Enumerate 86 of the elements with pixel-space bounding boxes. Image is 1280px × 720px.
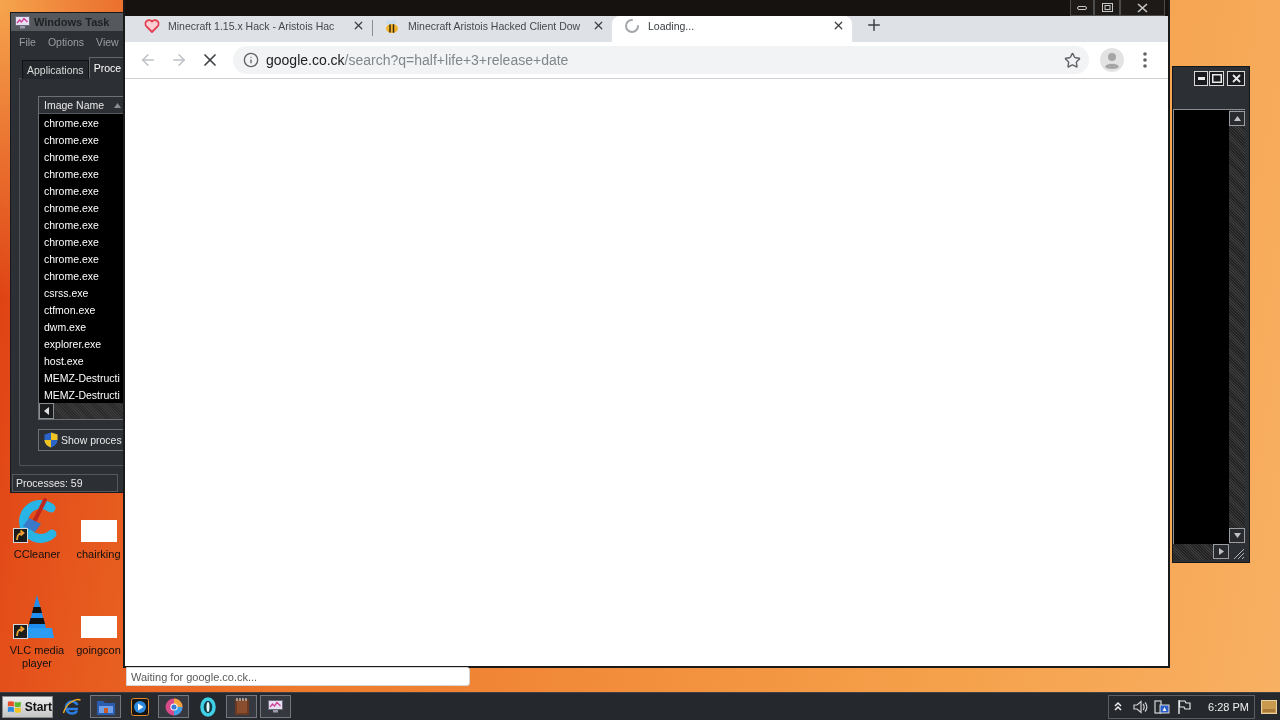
speaker-icon[interactable] bbox=[1132, 698, 1149, 715]
restore-button[interactable] bbox=[1094, 0, 1120, 16]
minimize-icon bbox=[1197, 76, 1205, 80]
taskbar-button[interactable] bbox=[158, 695, 189, 718]
minimize-icon bbox=[1077, 5, 1087, 10]
desktop-shortcut[interactable]: VLC media player bbox=[0, 594, 74, 690]
file-thumbnail bbox=[80, 520, 117, 542]
bookmark-button[interactable] bbox=[1062, 50, 1082, 70]
taskbar-button[interactable] bbox=[260, 695, 291, 718]
bee-icon bbox=[384, 17, 400, 34]
sort-arrow-icon bbox=[114, 102, 121, 108]
url-text: google.co.ck/search?q=half+life+3+release+date bbox=[266, 52, 570, 68]
monitor-icon bbox=[268, 700, 283, 713]
heart-icon bbox=[144, 17, 160, 34]
list-item[interactable]: host.exe bbox=[39, 352, 123, 369]
forward-arrow-icon bbox=[170, 51, 188, 69]
spinner-icon bbox=[624, 17, 640, 34]
list-item[interactable]: chrome.exe bbox=[39, 250, 123, 267]
desktop-shortcut[interactable]: CCleaner bbox=[0, 498, 74, 594]
flag-logo-icon bbox=[7, 698, 22, 715]
minimize-button[interactable] bbox=[1070, 0, 1094, 16]
list-item[interactable]: chrome.exe bbox=[39, 199, 123, 216]
maximize-icon bbox=[1211, 73, 1222, 83]
desktop-shortcut[interactable]: chairking bbox=[74, 498, 123, 594]
scroll-down-button[interactable] bbox=[1229, 528, 1245, 543]
flag-icon[interactable] bbox=[1176, 698, 1193, 715]
window-title: Windows Task bbox=[34, 16, 110, 28]
list-item[interactable]: chrome.exe bbox=[39, 165, 123, 182]
play-icon bbox=[130, 697, 149, 716]
file-thumbnail bbox=[80, 616, 117, 638]
browser-logo-icon bbox=[164, 697, 183, 716]
down-arrow-icon bbox=[1233, 533, 1241, 538]
desktop-shortcut[interactable]: goingcon bbox=[74, 594, 123, 690]
shield-icon bbox=[44, 432, 58, 448]
scroll-left-button[interactable] bbox=[39, 403, 54, 419]
ring-icon bbox=[199, 696, 216, 717]
list-item[interactable]: chrome.exe bbox=[39, 267, 123, 284]
list-item[interactable]: chrome.exe bbox=[39, 114, 123, 131]
list-item[interactable]: MEMZ-Destructi bbox=[39, 369, 123, 386]
close-icon bbox=[1231, 73, 1241, 83]
list-item[interactable]: dwm.exe bbox=[39, 318, 123, 335]
browser-tab[interactable]: Minecraft Aristois Hacked Client Dow bbox=[372, 16, 612, 42]
status-bubble: Waiting for google.co.ck... bbox=[126, 667, 470, 686]
status-pane: Processes: 59 bbox=[12, 474, 118, 492]
list-item[interactable]: csrss.exe bbox=[39, 284, 123, 301]
list-item[interactable]: chrome.exe bbox=[39, 182, 123, 199]
list-item[interactable]: chrome.exe bbox=[39, 148, 123, 165]
menu-item[interactable]: File bbox=[19, 36, 36, 48]
info-icon bbox=[243, 52, 259, 68]
address-bar[interactable]: google.co.ck/search?q=half+life+3+release+date bbox=[233, 46, 1089, 74]
clock-text: 6:28 PM bbox=[1208, 700, 1249, 713]
list-item[interactable]: chrome.exe bbox=[39, 216, 123, 233]
e-logo-icon bbox=[61, 696, 82, 717]
start-button[interactable]: Start bbox=[2, 695, 53, 718]
plus-icon bbox=[865, 16, 883, 34]
scroll-up-button[interactable] bbox=[1229, 111, 1245, 126]
menu-item[interactable]: Options bbox=[47, 36, 85, 48]
list-item[interactable]: MEMZ-Destructi bbox=[39, 386, 123, 403]
list-item[interactable]: chrome.exe bbox=[39, 233, 123, 250]
column-header[interactable]: Image Name bbox=[39, 97, 123, 114]
show-desktop-icon[interactable] bbox=[1261, 699, 1277, 714]
menu-item[interactable]: View bbox=[96, 36, 119, 48]
notebook-icon bbox=[233, 697, 250, 716]
tab[interactable]: Proce bbox=[88, 57, 123, 79]
list-item[interactable]: chrome.exe bbox=[39, 131, 123, 148]
horizontal-scrollbar[interactable] bbox=[39, 403, 123, 419]
browser-tab[interactable]: Minecraft 1.15.x Hack - Aristois Hac bbox=[132, 16, 372, 42]
list-item[interactable]: explorer.exe bbox=[39, 335, 123, 352]
restore-icon bbox=[1101, 3, 1113, 12]
more-icon bbox=[1143, 52, 1147, 68]
close-icon bbox=[1137, 2, 1148, 13]
maximize-button[interactable] bbox=[1209, 70, 1224, 86]
right-arrow-icon bbox=[1218, 548, 1224, 555]
network-icon[interactable] bbox=[1154, 698, 1171, 715]
up-arrow-icon bbox=[1233, 116, 1241, 121]
star-icon bbox=[1063, 51, 1081, 69]
scroll-right-button[interactable] bbox=[1213, 544, 1229, 559]
horizontal-scrollbar[interactable] bbox=[1173, 544, 1229, 560]
vertical-scrollbar[interactable] bbox=[1229, 109, 1245, 544]
left-arrow-icon bbox=[44, 407, 49, 415]
tab[interactable]: Applications bbox=[22, 60, 89, 79]
list-item[interactable]: ctfmon.exe bbox=[39, 301, 123, 318]
monitor-icon bbox=[15, 15, 30, 29]
browser-tab[interactable]: Loading... bbox=[612, 16, 852, 42]
close-button[interactable] bbox=[1120, 0, 1165, 16]
show-processes-button[interactable]: Show proces bbox=[38, 429, 123, 451]
